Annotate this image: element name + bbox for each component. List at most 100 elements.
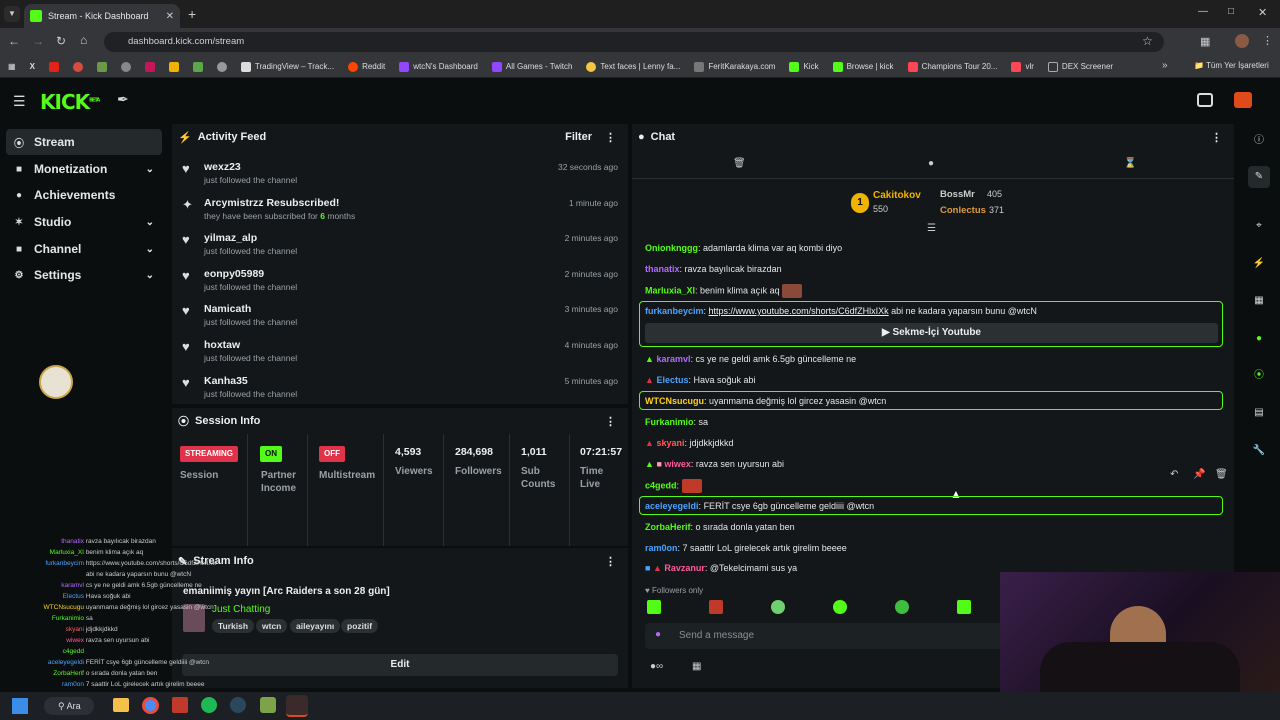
taskbar-search[interactable]: ⚲ Ara xyxy=(44,697,94,715)
document-icon[interactable]: ▦ xyxy=(1248,290,1270,312)
bookmark-vlr[interactable]: vlr xyxy=(1011,61,1034,72)
trash-icon[interactable]: 🗑 xyxy=(733,158,746,169)
kick-logo[interactable]: KICKBETA xyxy=(40,90,100,114)
tag-chip[interactable]: aileyayını xyxy=(290,619,341,633)
back-icon[interactable]: ← xyxy=(8,34,20,48)
x-bookmark-icon[interactable]: X xyxy=(30,62,35,71)
youtube-bookmark-icon[interactable] xyxy=(48,61,59,72)
home-icon[interactable]: ⌂ xyxy=(80,33,87,47)
bookmark-reddit[interactable]: Reddit xyxy=(348,61,385,72)
server-icon[interactable]: ▤ xyxy=(1248,402,1270,424)
window-close-icon[interactable]: ✕ xyxy=(1258,6,1267,19)
chat-message: Onionknggg: adamlarda klima var aq kombi… xyxy=(645,243,843,253)
apps-icon[interactable]: ▦ xyxy=(8,62,16,71)
bookmark-icon[interactable] xyxy=(168,61,179,72)
steam-icon[interactable] xyxy=(230,697,246,713)
youtube-inline-button[interactable]: ▶ Sekme-İçi Youtube xyxy=(645,323,1218,343)
bookmark-wtcn-dashboard[interactable]: wtcN's Dashboard xyxy=(399,61,478,72)
wrench-icon[interactable]: 🔧 xyxy=(1248,440,1270,462)
tab-close-icon[interactable]: ✕ xyxy=(166,11,174,22)
bookmark-champions-tour[interactable]: Champions Tour 20... xyxy=(907,61,997,72)
channel-avatar[interactable] xyxy=(39,365,73,399)
edit-layout-icon[interactable]: ✎ xyxy=(1248,166,1270,188)
emote-icon[interactable] xyxy=(647,600,661,614)
bolt-icon[interactable]: ⚡ xyxy=(1248,253,1270,275)
bookmark-icon[interactable] xyxy=(72,61,83,72)
more-options-icon[interactable]: ⋮ xyxy=(605,415,616,428)
user-avatar[interactable] xyxy=(1234,92,1252,108)
tag-chip[interactable]: pozitif xyxy=(341,619,379,633)
bookmark-twitch-games[interactable]: All Games - Twitch xyxy=(491,61,572,72)
browser-menu-icon[interactable]: ⋮ xyxy=(1262,34,1273,47)
bookmark-star-icon[interactable]: ☆ xyxy=(1142,34,1153,48)
bookmark-feritkarakaya[interactable]: FeritKarakaya.com xyxy=(694,61,775,72)
maximize-icon[interactable]: □ xyxy=(1228,6,1234,17)
more-options-icon[interactable]: ⋮ xyxy=(1211,131,1222,144)
edit-button[interactable]: Edit xyxy=(182,654,618,676)
message-input[interactable]: ● Send a message xyxy=(645,623,1025,649)
sidebar-item-stream[interactable]: ⦿ Stream xyxy=(6,129,162,155)
file-explorer-icon[interactable] xyxy=(113,698,129,712)
sidebar-item-monetization[interactable]: ■ Monetization ⌄ xyxy=(6,156,162,182)
microphone-icon[interactable]: ● xyxy=(655,629,661,640)
multistream-label: Multistream xyxy=(319,470,376,481)
url-field[interactable]: dashboard.kick.com/stream xyxy=(104,32,1164,52)
emote-icon[interactable] xyxy=(833,600,847,614)
extensions-icon[interactable]: ▦ xyxy=(1200,35,1210,48)
bookmarks-overflow-icon[interactable]: » xyxy=(1162,60,1168,71)
active-app-icon[interactable] xyxy=(286,695,308,717)
emote-icon[interactable] xyxy=(771,600,785,614)
pin-icon[interactable]: 📌 xyxy=(1193,469,1205,480)
info-icon[interactable]: ⓘ xyxy=(1248,130,1270,152)
more-options-icon[interactable]: ⋮ xyxy=(605,555,616,568)
emote-icon[interactable] xyxy=(957,600,971,614)
bookmark-icon[interactable] xyxy=(192,61,203,72)
browser-tab[interactable]: Stream - Kick Dashboard ✕ xyxy=(24,4,180,28)
creator-icon[interactable] xyxy=(1197,93,1213,107)
speech-icon[interactable]: ● xyxy=(928,158,934,169)
app-icon[interactable] xyxy=(260,697,276,713)
broadcast-icon[interactable]: ⦿ xyxy=(1248,365,1270,387)
store-icon[interactable]: ▦ xyxy=(692,661,701,672)
bookmarks-folder[interactable]: 📁 Tüm Yer İşaretleri xyxy=(1194,61,1269,70)
reload-icon[interactable]: ↻ xyxy=(56,34,66,48)
app-icon[interactable] xyxy=(172,697,188,713)
delete-icon[interactable]: 🗑 xyxy=(1215,469,1228,480)
link-icon[interactable]: ●∞ xyxy=(650,661,663,672)
minimize-icon[interactable]: — xyxy=(1198,6,1208,17)
spotify-icon[interactable] xyxy=(201,697,217,713)
target-icon[interactable]: ⌖ xyxy=(1248,215,1270,237)
bookmark-tradingview[interactable]: TradingView – Track... xyxy=(240,61,334,72)
sidebar-item-achievements[interactable]: ● Achievements xyxy=(6,182,162,208)
reply-icon[interactable]: ↶ xyxy=(1170,469,1178,480)
chat-link[interactable]: https://www.youtube.com/shorts/C6dfZHlxI… xyxy=(709,306,889,316)
sidebar-item-settings[interactable]: ⚙ Settings ⌄ xyxy=(6,262,162,288)
bookmark-dex-screener[interactable]: DEX Screener xyxy=(1047,61,1113,72)
profile-avatar[interactable] xyxy=(1235,34,1249,48)
overlay-user: Marluxia_XI xyxy=(49,549,84,556)
bookmark-icon[interactable] xyxy=(96,61,107,72)
bookmark-kick[interactable]: Kick xyxy=(789,61,819,72)
pen-icon[interactable]: ✒ xyxy=(117,91,129,108)
filter-button[interactable]: Filter xyxy=(565,131,592,143)
bookmark-browse-kick[interactable]: Browse | kick xyxy=(832,61,894,72)
hamburger-menu-icon[interactable]: ☰ xyxy=(13,93,26,110)
sidebar-item-studio[interactable]: ✶ Studio ⌄ xyxy=(6,209,162,235)
emote-icon[interactable] xyxy=(895,600,909,614)
windows-start-icon[interactable] xyxy=(12,698,28,714)
sidebar-item-channel[interactable]: ■ Channel ⌄ xyxy=(6,236,162,262)
filter-lines-icon[interactable]: ☰ xyxy=(927,223,936,234)
new-tab-icon[interactable]: + xyxy=(188,6,196,22)
forward-icon[interactable]: → xyxy=(32,34,44,48)
more-options-icon[interactable]: ⋮ xyxy=(605,131,616,144)
bookmark-icon[interactable] xyxy=(216,61,227,72)
tag-chip[interactable]: wtcn xyxy=(256,619,288,633)
emote-icon[interactable] xyxy=(709,600,723,614)
tab-menu-icon[interactable]: ▼ xyxy=(4,6,20,22)
bookmark-lenny[interactable]: Text faces | Lenny fa... xyxy=(586,61,680,72)
chat-icon[interactable]: ● xyxy=(1248,328,1270,350)
bookmark-icon[interactable] xyxy=(120,61,131,72)
bookmark-icon[interactable] xyxy=(144,61,155,72)
hourglass-icon[interactable]: ⌛ xyxy=(1124,158,1136,169)
chrome-icon[interactable] xyxy=(142,697,159,714)
